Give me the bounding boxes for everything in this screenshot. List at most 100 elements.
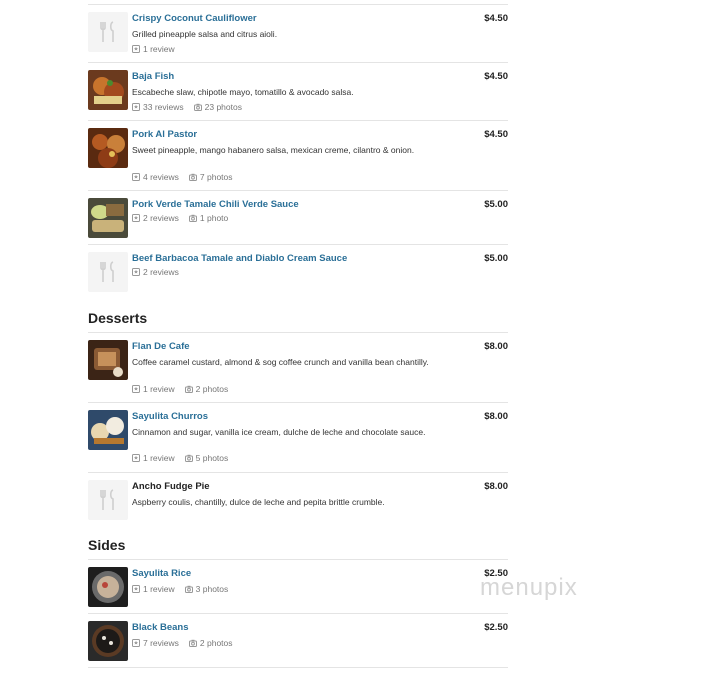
- photos-link[interactable]: 5 photos: [184, 453, 229, 463]
- photos-count: 2 photos: [195, 384, 229, 394]
- menu-item[interactable]: Sayulita Rice $2.50 1 review 3 photos: [88, 559, 508, 613]
- item-description: Coffee caramel custard, almond & sog cof…: [132, 357, 429, 367]
- reviews-count: 1 review: [143, 453, 175, 463]
- reviews-count: 1 review: [143, 584, 175, 594]
- photos-count: 7 photos: [199, 172, 233, 182]
- item-meta: 33 reviews 23 photos: [132, 102, 252, 112]
- menu-item[interactable]: Crispy Coconut Cauliflower $4.50 Grilled…: [88, 4, 508, 62]
- reviews-link[interactable]: 33 reviews: [132, 102, 184, 112]
- item-description: Cinnamon and sugar, vanilla ice cream, d…: [132, 427, 426, 437]
- menu-item[interactable]: Pork Al Pastor $4.50 Sweet pineapple, ma…: [88, 120, 508, 190]
- item-meta: 1 review: [132, 44, 185, 54]
- food-photo[interactable]: [88, 621, 128, 661]
- camera-icon: [184, 585, 193, 593]
- divider: [88, 667, 508, 668]
- food-photo[interactable]: [88, 198, 128, 238]
- review-icon: [132, 103, 140, 111]
- reviews-count: 2 reviews: [143, 267, 179, 277]
- review-icon: [132, 454, 140, 462]
- camera-icon: [184, 385, 193, 393]
- photos-count: 3 photos: [195, 584, 229, 594]
- item-meta: 7 reviews 2 photos: [132, 638, 243, 648]
- photos-link[interactable]: 1 photo: [188, 213, 229, 223]
- reviews-link[interactable]: 1 review: [132, 584, 175, 594]
- food-photo[interactable]: [88, 128, 128, 168]
- reviews-link[interactable]: 1 review: [132, 453, 175, 463]
- item-name[interactable]: Sayulita Churros: [132, 411, 208, 422]
- placeholder-thumbnail-icon: [88, 12, 128, 52]
- reviews-count: 33 reviews: [143, 102, 184, 112]
- item-name[interactable]: Beef Barbacoa Tamale and Diablo Cream Sa…: [132, 253, 347, 264]
- placeholder-thumbnail-icon: [88, 252, 128, 292]
- section-title-desserts: Desserts: [88, 310, 148, 326]
- food-photo[interactable]: [88, 70, 128, 110]
- item-meta: 2 reviews: [132, 267, 189, 277]
- review-icon: [132, 214, 140, 222]
- item-description: Grilled pineapple salsa and citrus aioli…: [132, 29, 278, 39]
- camera-icon: [184, 454, 193, 462]
- food-photo[interactable]: [88, 340, 128, 380]
- reviews-link[interactable]: 1 review: [132, 44, 175, 54]
- item-price: $5.00: [484, 199, 508, 210]
- camera-icon: [188, 214, 197, 222]
- photos-link[interactable]: 23 photos: [193, 102, 242, 112]
- item-description: Sweet pineapple, mango habanero salsa, m…: [132, 145, 415, 155]
- reviews-count: 7 reviews: [143, 638, 179, 648]
- camera-icon: [188, 639, 197, 647]
- photos-link[interactable]: 3 photos: [184, 584, 229, 594]
- menu-item[interactable]: Black Beans $2.50 7 reviews 2 photos: [88, 613, 508, 667]
- reviews-link[interactable]: 4 reviews: [132, 172, 179, 182]
- reviews-link[interactable]: 1 review: [132, 384, 175, 394]
- menu-item[interactable]: Flan De Cafe $8.00 Coffee caramel custar…: [88, 332, 508, 402]
- photos-count: 5 photos: [195, 453, 229, 463]
- reviews-count: 4 reviews: [143, 172, 179, 182]
- photos-link[interactable]: 7 photos: [188, 172, 233, 182]
- photos-count: 1 photo: [199, 213, 229, 223]
- food-photo[interactable]: [88, 567, 128, 607]
- item-meta: 1 review 3 photos: [132, 584, 238, 594]
- item-price: $4.50: [484, 13, 508, 24]
- reviews-link[interactable]: 2 reviews: [132, 267, 179, 277]
- menu-item[interactable]: Sayulita Churros $8.00 Cinnamon and suga…: [88, 402, 508, 472]
- reviews-count: 1 review: [143, 44, 175, 54]
- item-price: $4.50: [484, 71, 508, 82]
- item-price: $2.50: [484, 622, 508, 633]
- menu-item[interactable]: Beef Barbacoa Tamale and Diablo Cream Sa…: [88, 244, 508, 300]
- photos-link[interactable]: 2 photos: [184, 384, 229, 394]
- photos-link[interactable]: 2 photos: [188, 638, 233, 648]
- item-name[interactable]: Baja Fish: [132, 71, 174, 82]
- item-name[interactable]: Crispy Coconut Cauliflower: [132, 13, 257, 24]
- camera-icon: [193, 103, 202, 111]
- item-name[interactable]: Pork Al Pastor: [132, 129, 197, 140]
- item-name[interactable]: Flan De Cafe: [132, 341, 190, 352]
- review-icon: [132, 45, 140, 53]
- review-icon: [132, 385, 140, 393]
- menu-item[interactable]: Pork Verde Tamale Chili Verde Sauce $5.0…: [88, 190, 508, 244]
- review-icon: [132, 173, 140, 181]
- photos-count: 2 photos: [199, 638, 233, 648]
- menu-item[interactable]: Ancho Fudge Pie $8.00 Aspberry coulis, c…: [88, 472, 508, 528]
- item-price: $4.50: [484, 129, 508, 140]
- placeholder-thumbnail-icon: [88, 480, 128, 520]
- menu-item[interactable]: Baja Fish $4.50 Escabeche slaw, chipotle…: [88, 62, 508, 120]
- review-icon: [132, 585, 140, 593]
- item-meta: 1 review 2 photos: [132, 384, 238, 394]
- item-name[interactable]: Pork Verde Tamale Chili Verde Sauce: [132, 199, 299, 210]
- review-icon: [132, 639, 140, 647]
- review-icon: [132, 268, 140, 276]
- item-meta: 4 reviews 7 photos: [132, 172, 243, 182]
- section-title-sides: Sides: [88, 537, 126, 553]
- item-price: $8.00: [484, 411, 508, 422]
- item-description: Escabeche slaw, chipotle mayo, tomatillo…: [132, 87, 354, 97]
- camera-icon: [188, 173, 197, 181]
- item-price: $8.00: [484, 481, 508, 492]
- item-price: $5.00: [484, 253, 508, 264]
- reviews-link[interactable]: 7 reviews: [132, 638, 179, 648]
- food-photo[interactable]: [88, 410, 128, 450]
- reviews-count: 1 review: [143, 384, 175, 394]
- watermark-logo: menupix: [480, 574, 578, 601]
- item-meta: 2 reviews 1 photo: [132, 213, 238, 223]
- item-name[interactable]: Sayulita Rice: [132, 568, 191, 579]
- reviews-link[interactable]: 2 reviews: [132, 213, 179, 223]
- item-name[interactable]: Black Beans: [132, 622, 189, 633]
